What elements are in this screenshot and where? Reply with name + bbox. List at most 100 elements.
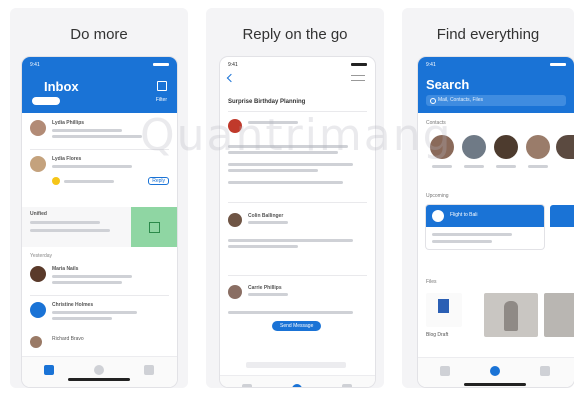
avatar bbox=[30, 156, 46, 172]
sender-name: Christine Holmes bbox=[52, 302, 94, 308]
body-line bbox=[228, 169, 318, 172]
calendar-icon[interactable] bbox=[144, 365, 154, 375]
contact-name bbox=[464, 165, 484, 168]
mail-icon[interactable] bbox=[440, 366, 450, 376]
swipe-row[interactable]: Unified bbox=[22, 207, 177, 247]
avatar bbox=[228, 213, 242, 227]
upcoming-label: Upcoming bbox=[426, 193, 449, 199]
meeting-icon bbox=[52, 177, 60, 185]
phone-conversation: 9:41 Surprise Birthday Planning Colin Ba… bbox=[220, 57, 375, 387]
reply-field[interactable] bbox=[246, 362, 346, 368]
event-card-next[interactable] bbox=[550, 205, 574, 227]
swipe-action[interactable] bbox=[131, 207, 177, 247]
bottom-tab-bar bbox=[22, 356, 177, 387]
status-icons bbox=[153, 63, 169, 66]
search-icon[interactable] bbox=[490, 366, 500, 376]
status-icons bbox=[351, 63, 367, 66]
sender-line bbox=[248, 221, 288, 224]
phone-search: 9:41 Search Mail, Contacts, Files Contac… bbox=[418, 57, 574, 387]
search-input[interactable]: Mail, Contacts, Files bbox=[426, 95, 566, 106]
caption-do-more: Do more bbox=[70, 26, 128, 43]
calendar-icon[interactable] bbox=[342, 384, 352, 387]
message[interactable]: Carrie Phillips Send Message bbox=[220, 281, 375, 351]
inbox-row[interactable]: Richard Bravo bbox=[22, 333, 177, 353]
quick-reply-chip[interactable]: Send Message bbox=[272, 321, 322, 331]
avatar bbox=[30, 336, 42, 348]
status-time: 9:41 bbox=[228, 62, 238, 68]
reply-button[interactable]: Reply bbox=[148, 177, 169, 185]
plane-icon bbox=[432, 210, 444, 222]
mail-icon[interactable] bbox=[44, 365, 54, 375]
email-subject: Surprise Birthday Planning bbox=[228, 99, 306, 105]
search-icon[interactable] bbox=[94, 365, 104, 375]
file-name: Blog Draft bbox=[426, 332, 449, 338]
files-label: Files bbox=[426, 279, 437, 285]
preview-line bbox=[52, 275, 132, 278]
avatar bbox=[30, 120, 46, 136]
inbox-title: Inbox bbox=[44, 79, 79, 94]
sender-line bbox=[248, 293, 288, 296]
preview-line bbox=[30, 229, 110, 232]
contact-name bbox=[432, 165, 452, 168]
photo-thumbnail[interactable] bbox=[484, 293, 538, 337]
divider bbox=[228, 275, 367, 276]
caption-reply: Reply on the go bbox=[242, 26, 348, 43]
sender-name: Colin Ballinger bbox=[248, 213, 284, 219]
event-title: Flight to Bali bbox=[450, 212, 478, 218]
event-card-header: Flight to Bali bbox=[426, 205, 544, 227]
event-detail bbox=[432, 240, 492, 243]
phone-inbox: 9:41 Inbox Filter Lydia Phillips Lydia F… bbox=[22, 57, 177, 387]
avatar bbox=[30, 266, 46, 282]
calendar-icon[interactable] bbox=[540, 366, 550, 376]
sender-name: Carrie Phillips bbox=[248, 285, 282, 291]
status-icons bbox=[550, 63, 566, 66]
event-card[interactable]: Flight to Bali bbox=[426, 205, 544, 249]
status-time: 9:41 bbox=[30, 62, 40, 68]
preview-line bbox=[52, 165, 132, 168]
inbox-header: 9:41 Inbox Filter bbox=[22, 57, 177, 113]
home-indicator bbox=[68, 378, 130, 381]
body-line bbox=[228, 311, 353, 314]
message[interactable]: Colin Ballinger bbox=[220, 209, 375, 269]
search-header: 9:41 Search Mail, Contacts, Files bbox=[418, 57, 574, 113]
caption-find: Find everything bbox=[436, 26, 540, 43]
mail-icon[interactable] bbox=[242, 384, 252, 387]
focused-pill[interactable] bbox=[32, 97, 60, 105]
inbox-row[interactable]: Maria Nails bbox=[22, 263, 177, 293]
contact-avatar[interactable] bbox=[494, 135, 518, 159]
body-line bbox=[228, 245, 298, 248]
body-line bbox=[228, 163, 353, 166]
bottom-tab-bar bbox=[220, 375, 375, 387]
section-header: Yesterday bbox=[30, 253, 53, 259]
contact-avatar[interactable] bbox=[556, 135, 574, 159]
preview-line bbox=[52, 135, 142, 138]
more-icon[interactable] bbox=[351, 75, 365, 81]
sender-name: Maria Nails bbox=[52, 266, 79, 272]
search-placeholder: Mail, Contacts, Files bbox=[438, 97, 484, 103]
preview-line bbox=[52, 317, 112, 320]
back-icon[interactable] bbox=[226, 73, 236, 83]
avatar bbox=[30, 302, 46, 318]
preview-line bbox=[52, 281, 122, 284]
swipe-label: Unified bbox=[30, 211, 47, 217]
contact-avatar[interactable] bbox=[462, 135, 486, 159]
bottom-tab-bar bbox=[418, 357, 574, 387]
watermark: Quantrimang bbox=[140, 110, 453, 161]
body-line bbox=[228, 239, 353, 242]
sender-name: Richard Bravo bbox=[52, 336, 84, 342]
filter-button[interactable]: Filter bbox=[156, 97, 167, 103]
search-icon[interactable] bbox=[292, 384, 302, 387]
contact-name bbox=[496, 165, 516, 168]
preview-line bbox=[52, 129, 122, 132]
file-tile[interactable] bbox=[426, 293, 462, 327]
contact-name bbox=[528, 165, 548, 168]
photo-thumbnail[interactable] bbox=[544, 293, 574, 337]
search-icon bbox=[430, 98, 436, 104]
archive-icon bbox=[149, 222, 160, 233]
divider bbox=[30, 295, 169, 296]
figure-shape bbox=[504, 301, 518, 331]
sender-name: Lydia Flores bbox=[52, 156, 82, 162]
contact-avatar[interactable] bbox=[526, 135, 550, 159]
inbox-row[interactable]: Christine Holmes bbox=[22, 299, 177, 329]
compose-icon[interactable] bbox=[157, 81, 167, 91]
